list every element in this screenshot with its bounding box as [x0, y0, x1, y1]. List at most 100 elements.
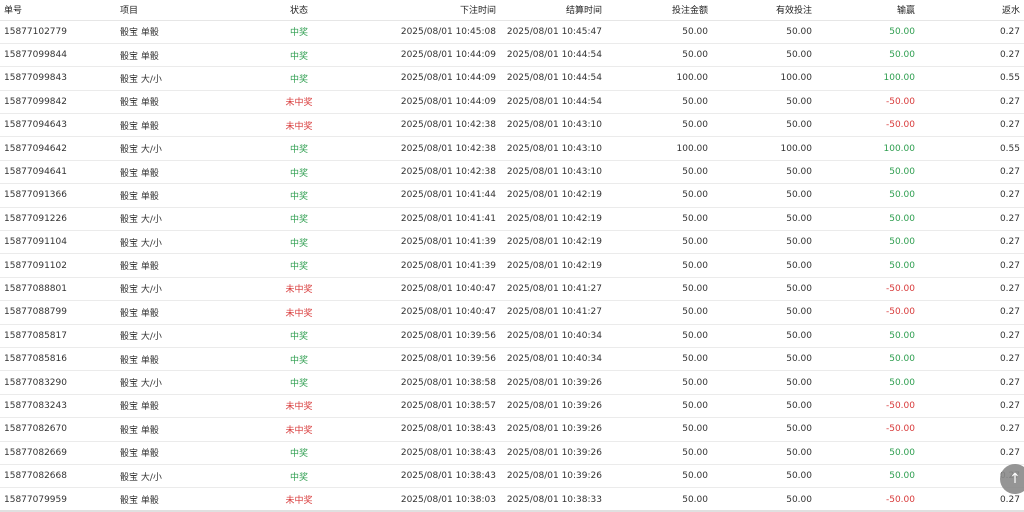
cell-valid-bet: 50.00: [786, 190, 812, 201]
cell-win-loss: 100.00: [883, 73, 916, 84]
header-win-loss[interactable]: 输赢: [816, 0, 919, 21]
table-row[interactable]: 15877083290 骰宝 大/小 中奖 2025/08/01 10:38:58 20…: [0, 371, 1024, 395]
cell-item: 骰宝 大/小: [120, 332, 162, 343]
table-row[interactable]: 15877099843 骰宝 大/小 中奖 2025/08/01 10:44:09 20…: [0, 67, 1024, 91]
table-row[interactable]: 15877091366 骰宝 单骰 中奖 2025/08/01 10:41:44 202…: [0, 184, 1024, 208]
table-row[interactable]: 15877083243 骰宝 单骰 未中奖 2025/08/01 10:38:57 20…: [0, 394, 1024, 418]
cell-valid-bet: 50.00: [786, 400, 812, 411]
cell-win-loss: 50.00: [889, 471, 915, 482]
header-status[interactable]: 状态: [232, 0, 366, 21]
cell-rebate: 0.55: [999, 143, 1020, 154]
cell-win-loss: -50.00: [885, 120, 915, 131]
cell-status: 未中奖: [285, 121, 313, 132]
cell-rebate: 0.27: [999, 120, 1020, 131]
cell-id: 15877094642: [4, 143, 67, 154]
cell-win-loss: 100.00: [883, 143, 916, 154]
cell-status: 中奖: [289, 355, 308, 366]
cell-bet-time: 2025/08/01 10:38:43: [400, 424, 496, 435]
cell-amount: 50.00: [682, 307, 708, 318]
cell-valid-bet: 50.00: [786, 377, 812, 388]
bet-records-table: 单号 项目 状态 下注时间 结算时间 投注金额 有效投注 输赢 返水 15877…: [0, 0, 1024, 512]
cell-settle-time: 2025/08/01 10:39:26: [506, 400, 602, 411]
cell-item: 骰宝 单骰: [120, 308, 159, 319]
cell-rebate: 0.27: [999, 377, 1020, 388]
cell-rebate: 0.27: [999, 96, 1020, 107]
scroll-top-button[interactable]: ↑: [1000, 464, 1024, 494]
cell-valid-bet: 50.00: [786, 471, 812, 482]
cell-rebate: 0.27: [999, 330, 1020, 341]
table-row[interactable]: 15877082668 骰宝 大/小 中奖 2025/08/01 10:38:43 20…: [0, 464, 1024, 488]
header-settle-time[interactable]: 结算时间: [500, 0, 606, 21]
cell-id: 15877082669: [4, 447, 67, 458]
cell-rebate: 0.27: [999, 447, 1020, 458]
cell-status: 中奖: [289, 28, 308, 39]
table-row[interactable]: 15877094641 骰宝 单骰 中奖 2025/08/01 10:42:38 202…: [0, 160, 1024, 184]
cell-id: 15877099843: [4, 73, 67, 84]
cell-id: 15877083290: [4, 377, 67, 388]
cell-amount: 50.00: [682, 50, 708, 61]
cell-id: 15877082668: [4, 471, 67, 482]
table-row[interactable]: 15877088799 骰宝 单骰 未中奖 2025/08/01 10:40:47 20…: [0, 301, 1024, 325]
cell-bet-time: 2025/08/01 10:40:47: [400, 283, 496, 294]
cell-bet-time: 2025/08/01 10:45:08: [400, 26, 496, 37]
table-row[interactable]: 15877094643 骰宝 单骰 未中奖 2025/08/01 10:42:38 20…: [0, 114, 1024, 137]
cell-settle-time: 2025/08/01 10:43:10: [506, 120, 602, 131]
cell-win-loss: -50.00: [885, 307, 915, 318]
cell-status: 未中奖: [285, 98, 313, 109]
table-row[interactable]: 15877102779 骰宝 单骰 中奖 2025/08/01 10:45:08 202…: [0, 20, 1024, 44]
header-amount[interactable]: 投注金额: [606, 0, 712, 21]
cell-rebate: 0.55: [999, 73, 1020, 84]
header-bet-time[interactable]: 下注时间: [366, 0, 500, 21]
table-header: 单号 项目 状态 下注时间 结算时间 投注金额 有效投注 输赢 返水: [0, 0, 1024, 21]
cell-item: 骰宝 大/小: [120, 215, 162, 226]
cell-amount: 50.00: [682, 213, 708, 224]
table-row[interactable]: 15877099844 骰宝 单骰 中奖 2025/08/01 10:44:09 202…: [0, 43, 1024, 67]
cell-win-loss: 50.00: [889, 354, 915, 365]
cell-item: 骰宝 单骰: [120, 168, 159, 179]
table-row[interactable]: 15877082669 骰宝 单骰 中奖 2025/08/01 10:38:43 202…: [0, 441, 1024, 465]
cell-win-loss: -50.00: [885, 96, 915, 107]
cell-bet-time: 2025/08/01 10:38:43: [400, 471, 496, 482]
cell-valid-bet: 50.00: [786, 237, 812, 248]
table-row[interactable]: 15877091226 骰宝 大/小 中奖 2025/08/01 10:41:41 20…: [0, 207, 1024, 231]
cell-status: 中奖: [289, 145, 308, 156]
cell-valid-bet: 50.00: [786, 167, 812, 178]
cell-item: 骰宝 大/小: [120, 379, 162, 390]
table-row[interactable]: 15877091102 骰宝 单骰 中奖 2025/08/01 10:41:39 202…: [0, 254, 1024, 278]
cell-win-loss: -50.00: [885, 283, 915, 294]
header-valid-bet[interactable]: 有效投注: [712, 0, 816, 21]
table-row[interactable]: 15877099842 骰宝 单骰 未中奖 2025/08/01 10:44:09 20…: [0, 90, 1024, 114]
cell-status: 中奖: [289, 262, 308, 273]
header-id[interactable]: 单号: [0, 0, 116, 21]
cell-id: 15877085816: [4, 354, 67, 365]
table-row[interactable]: 15877088801 骰宝 大/小 未中奖 2025/08/01 10:40:47 2…: [0, 277, 1024, 301]
table-row[interactable]: 15877085816 骰宝 单骰 中奖 2025/08/01 10:39:56 202…: [0, 347, 1024, 371]
header-item[interactable]: 项目: [116, 0, 232, 21]
cell-id: 15877088801: [4, 283, 67, 294]
cell-status: 中奖: [289, 191, 308, 202]
table-row[interactable]: 15877082670 骰宝 单骰 未中奖 2025/08/01 10:38:43 20…: [0, 418, 1024, 442]
cell-status: 中奖: [289, 449, 308, 460]
cell-bet-time: 2025/08/01 10:38:57: [400, 400, 496, 411]
table-row[interactable]: 15877085817 骰宝 大/小 中奖 2025/08/01 10:39:56 20…: [0, 324, 1024, 348]
cell-amount: 50.00: [682, 96, 708, 107]
cell-valid-bet: 50.00: [786, 213, 812, 224]
cell-bet-time: 2025/08/01 10:40:47: [400, 307, 496, 318]
cell-id: 15877091102: [4, 260, 67, 271]
cell-settle-time: 2025/08/01 10:43:10: [506, 167, 602, 178]
cell-bet-time: 2025/08/01 10:39:56: [400, 354, 496, 365]
cell-rebate: 0.27: [999, 167, 1020, 178]
cell-amount: 50.00: [682, 424, 708, 435]
table-row[interactable]: 15877091104 骰宝 大/小 中奖 2025/08/01 10:41:39 20…: [0, 231, 1024, 254]
cell-settle-time: 2025/08/01 10:41:27: [506, 283, 602, 294]
header-rebate[interactable]: 返水: [919, 0, 1024, 21]
cell-valid-bet: 50.00: [786, 447, 812, 458]
cell-valid-bet: 50.00: [786, 96, 812, 107]
cell-id: 15877091104: [4, 237, 67, 248]
table-row[interactable]: 15877094642 骰宝 大/小 中奖 2025/08/01 10:42:38 20…: [0, 137, 1024, 161]
table-row[interactable]: 15877079959 骰宝 单骰 未中奖 2025/08/01 10:38:03 20…: [0, 488, 1024, 512]
cell-amount: 50.00: [682, 237, 708, 248]
cell-settle-time: 2025/08/01 10:40:34: [506, 354, 602, 365]
cell-id: 15877091226: [4, 213, 67, 224]
cell-amount: 50.00: [682, 167, 708, 178]
